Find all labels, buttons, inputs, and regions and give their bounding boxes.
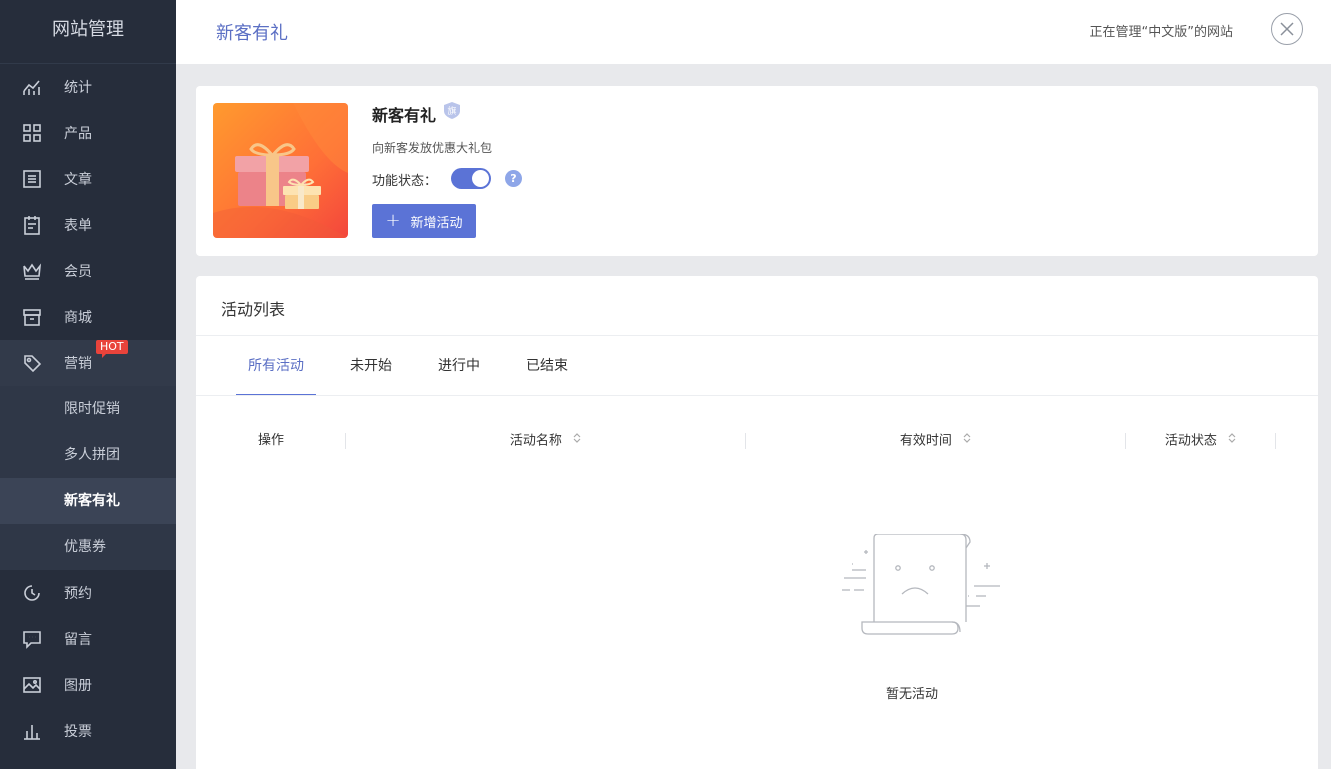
tab-all[interactable]: 所有活动 <box>236 336 316 396</box>
sidebar-item-members[interactable]: 会员 <box>0 248 176 294</box>
clipboard-icon <box>22 215 42 235</box>
sidebar-item-label: 产品 <box>64 126 92 142</box>
tag-icon <box>22 353 42 373</box>
sidebar: 网站管理 统计 产品 文章 表单 会员 商城 营销 HOT 限时促销 多人拼团 … <box>0 0 176 769</box>
sidebar-title: 网站管理 <box>0 0 176 64</box>
feature-banner-image <box>213 103 348 238</box>
sidebar-item-stats[interactable]: 统计 <box>0 64 176 110</box>
table-header: 操作 活动名称 有效时间 活动状态 <box>196 426 1276 456</box>
sidebar-item-products[interactable]: 产品 <box>0 110 176 156</box>
sidebar-item-label: 表单 <box>64 218 92 234</box>
sidebar-item-booking[interactable]: 预约 <box>0 570 176 616</box>
sidebar-item-voting[interactable]: 投票 <box>0 708 176 754</box>
sidebar-item-articles[interactable]: 文章 <box>0 156 176 202</box>
chart-line-icon <box>22 77 42 97</box>
sidebar-item-label: 预约 <box>64 586 92 602</box>
feature-info-card: 新客有礼 旗 向新客发放优惠大礼包 功能状态： ? + 新增活动 <box>196 86 1318 256</box>
sidebar-subitem-coupons[interactable]: 优惠券 <box>0 524 176 570</box>
close-button[interactable] <box>1271 13 1303 45</box>
divider <box>196 395 1318 396</box>
column-label: 操作 <box>257 433 284 448</box>
crown-icon <box>22 261 42 281</box>
activity-list-card: 活动列表 所有活动 未开始 进行中 已结束 操作 活动名称 有效时间 活动状态 <box>196 276 1318 769</box>
tab-ended[interactable]: 已结束 <box>514 336 580 396</box>
feature-description: 向新客发放优惠大礼包 <box>372 141 493 155</box>
column-header-valid-time[interactable]: 有效时间 <box>746 426 1126 456</box>
sidebar-item-label: 会员 <box>64 264 92 280</box>
sidebar-item-label: 营销 <box>64 356 92 372</box>
add-activity-label: 新增活动 <box>410 215 463 231</box>
column-header-name[interactable]: 活动名称 <box>346 426 746 456</box>
message-icon <box>22 629 42 649</box>
feature-status-toggle[interactable] <box>451 168 491 189</box>
header: 新客有礼 正在管理“中文版”的网站 <box>176 0 1331 64</box>
sidebar-item-gallery[interactable]: 图册 <box>0 662 176 708</box>
close-icon <box>1280 22 1294 36</box>
column-header-status[interactable]: 活动状态 <box>1126 426 1276 456</box>
sidebar-item-label: 留言 <box>64 632 92 648</box>
clock-icon <box>22 583 42 603</box>
toggle-knob <box>472 170 489 187</box>
sidebar-subitem-flash-sale[interactable]: 限时促销 <box>0 386 176 432</box>
empty-state-text: 暂无活动 <box>886 687 939 702</box>
tab-not-started[interactable]: 未开始 <box>338 336 404 396</box>
feature-name: 新客有礼 <box>372 106 437 125</box>
sort-icon[interactable] <box>962 426 972 456</box>
column-label: 活动名称 <box>509 433 562 449</box>
image-icon <box>22 675 42 695</box>
sidebar-item-label: 图册 <box>64 678 92 694</box>
sidebar-item-forms[interactable]: 表单 <box>0 202 176 248</box>
sidebar-item-messages[interactable]: 留言 <box>0 616 176 662</box>
hot-badge: HOT <box>96 340 128 358</box>
bar-chart-icon <box>22 721 42 741</box>
sidebar-subitem-group-buy[interactable]: 多人拼团 <box>0 432 176 478</box>
empty-state-illustration <box>840 533 1004 638</box>
flagship-badge-icon: 旗 <box>444 102 460 119</box>
add-activity-button[interactable]: + 新增活动 <box>372 204 476 238</box>
sidebar-item-label: 商城 <box>64 310 92 326</box>
sidebar-item-label: 统计 <box>64 80 92 96</box>
svg-text:旗: 旗 <box>447 105 456 117</box>
sidebar-item-marketing[interactable]: 营销 HOT <box>0 340 176 386</box>
grid-icon <box>22 123 42 143</box>
sidebar-item-label: 文章 <box>64 172 92 188</box>
marketing-submenu: 限时促销 多人拼团 新客有礼 优惠券 <box>0 386 176 570</box>
status-label: 功能状态： <box>372 174 438 189</box>
sidebar-item-label: 投票 <box>64 724 92 740</box>
store-icon <box>22 307 42 327</box>
column-separator <box>1275 433 1276 449</box>
sort-icon[interactable] <box>1227 426 1237 456</box>
sort-icon[interactable] <box>572 426 582 456</box>
page-title: 新客有礼 <box>216 23 288 44</box>
column-label: 有效时间 <box>899 433 952 449</box>
help-icon[interactable]: ? <box>505 170 522 187</box>
activity-tabs: 所有活动 未开始 进行中 已结束 <box>236 336 602 396</box>
tab-in-progress[interactable]: 进行中 <box>426 336 492 396</box>
sidebar-item-mall[interactable]: 商城 <box>0 294 176 340</box>
plus-icon: + <box>385 210 401 231</box>
column-header-actions: 操作 <box>236 426 306 456</box>
list-title: 活动列表 <box>221 300 286 319</box>
list-icon <box>22 169 42 189</box>
column-label: 活动状态 <box>1164 433 1217 449</box>
sidebar-subitem-new-customer-gift[interactable]: 新客有礼 <box>0 478 176 524</box>
manage-hint: 正在管理“中文版”的网站 <box>1089 25 1233 40</box>
